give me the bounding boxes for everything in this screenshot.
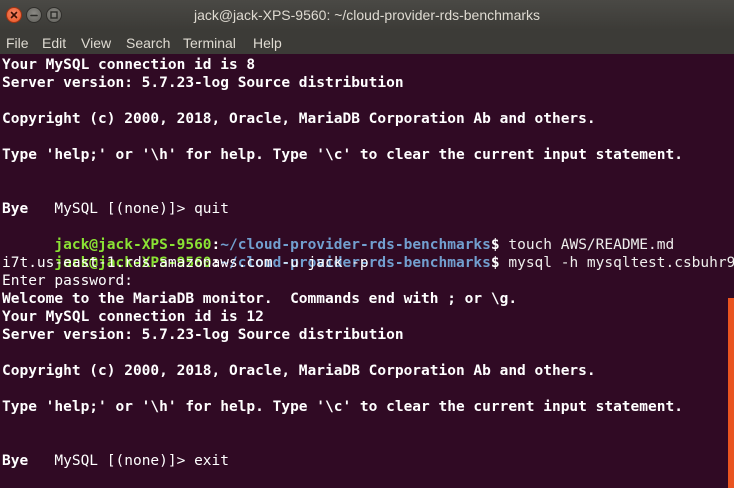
title-bar[interactable]: jack@jack-XPS-9560: ~/cloud-provider-rds… xyxy=(0,0,734,30)
mysql-prompt: MySQL [(none)]> xyxy=(54,201,195,217)
shell-prompt-line[interactable]: jack@jack-XPS-9560:~/cloud-provider-rds-… xyxy=(2,470,518,488)
output-line: Bye xyxy=(2,453,29,469)
window-title: jack@jack-XPS-9560: ~/cloud-provider-rds… xyxy=(193,7,541,23)
menu-edit[interactable]: Edit xyxy=(42,30,66,54)
output-line: Your MySQL connection id is 8 xyxy=(2,57,256,73)
mysql-prompt-line: MySQL [(none)]> exit xyxy=(2,434,229,469)
mysql-prompt-line: MySQL [(none)]> quit xyxy=(2,182,229,217)
menu-view[interactable]: View xyxy=(81,30,111,54)
terminal-window: jack@jack-XPS-9560: ~/cloud-provider-rds… xyxy=(0,0,734,488)
menu-file[interactable]: File xyxy=(6,30,29,54)
output-line: Type 'help;' or '\h' for help. Type '\c'… xyxy=(2,147,683,163)
mysql-command: exit xyxy=(194,453,229,469)
output-line: Your MySQL connection id is 12 xyxy=(2,309,264,325)
menu-terminal[interactable]: Terminal xyxy=(183,30,236,54)
terminal-output[interactable]: Your MySQL connection id is 8 Server ver… xyxy=(0,54,734,488)
mysql-command: quit xyxy=(194,201,229,217)
output-line: Copyright (c) 2000, 2018, Oracle, MariaD… xyxy=(2,111,596,127)
output-line: Server version: 5.7.23-log Source distri… xyxy=(2,75,404,91)
output-line: Copyright (c) 2000, 2018, Oracle, MariaD… xyxy=(2,363,596,379)
menu-help[interactable]: Help xyxy=(253,30,282,54)
output-line: Enter password: xyxy=(2,273,133,289)
prompt-dollar: $ xyxy=(490,255,500,271)
menu-search[interactable]: Search xyxy=(126,30,170,54)
shell-prompt-line: jack@jack-XPS-9560:~/cloud-provider-rds-… xyxy=(2,218,674,253)
output-line: Server version: 5.7.23-log Source distri… xyxy=(2,327,404,343)
output-line: Bye xyxy=(2,201,29,217)
mysql-prompt: MySQL [(none)]> xyxy=(54,453,195,469)
output-line: i7t.us-east-1.rds.amazonaws.com -u jack … xyxy=(2,255,369,271)
output-line: Type 'help;' or '\h' for help. Type '\c'… xyxy=(2,399,683,415)
output-line: Welcome to the MariaDB monitor. Commands… xyxy=(2,291,518,307)
shell-prompt-line: jack@jack-XPS-9560:~/cloud-provider-rds-… xyxy=(2,236,734,271)
scrollbar[interactable] xyxy=(728,298,734,488)
menu-bar: File Edit View Search Terminal Help xyxy=(0,30,734,54)
shell-command: mysql -h mysqltest.csbuhr9vs xyxy=(499,255,734,271)
